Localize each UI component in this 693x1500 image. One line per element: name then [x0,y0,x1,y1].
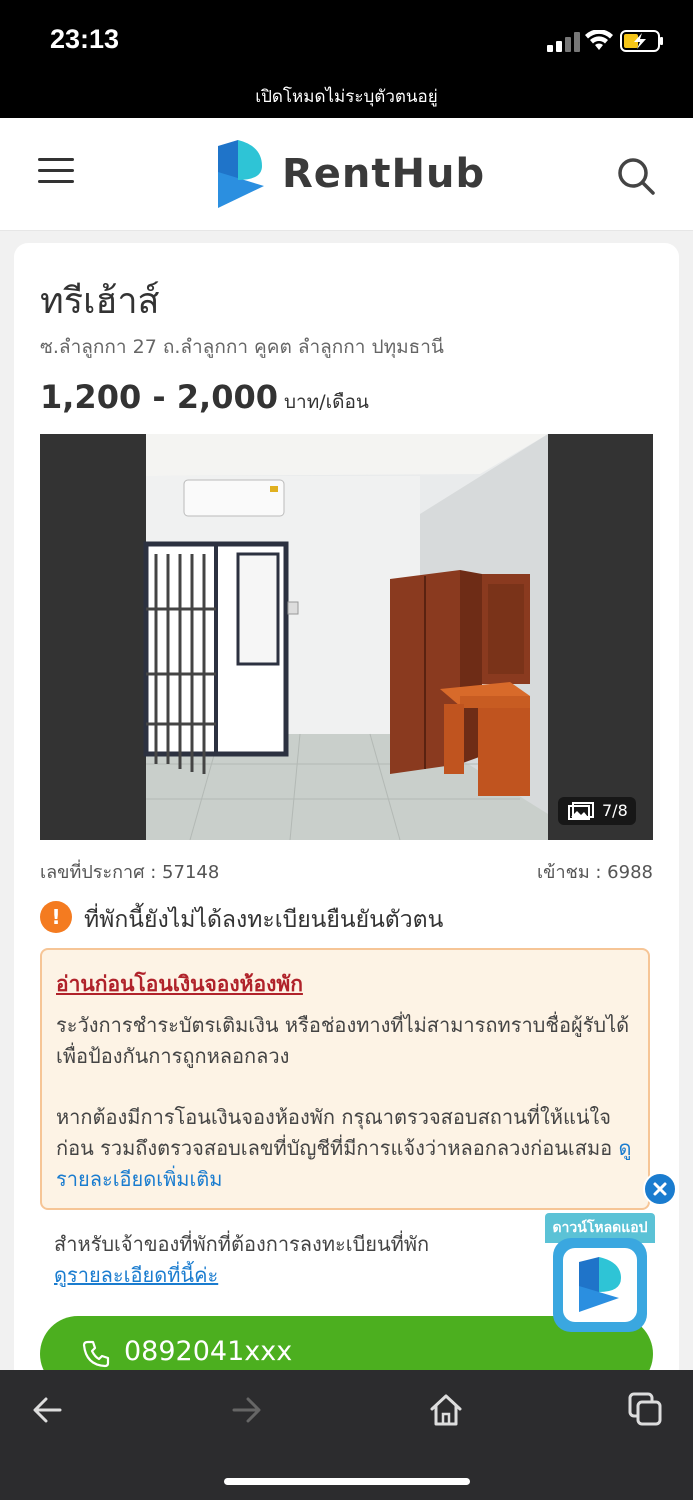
logo-text: RentHub [282,151,486,197]
room-photo-image [40,434,653,840]
site-header: RentHub [0,118,693,231]
listing-title: ทรีเฮ้าส์ [40,281,160,322]
renthub-app-icon [579,1257,621,1312]
price-range: 1,200 - 2,000 [40,378,278,416]
renthub-logo[interactable]: RentHub [216,140,485,208]
notice-paragraph-2-text: หากต้องมีการโอนเงินจองห้องพัก กรุณาตรวจส… [56,1105,613,1160]
home-icon[interactable] [426,1390,466,1430]
search-icon[interactable] [616,156,656,196]
announcement-number: เลขที่ประกาศ : 57148 [40,862,220,883]
photo-counter-text: 7/8 [602,801,628,820]
renthub-logo-mark-icon [218,140,264,208]
owner-details-link[interactable]: ดูรายละเอียดที่นี้ค่ะ [54,1259,218,1291]
private-mode-banner: เปิดโหมดไม่ระบุตัวตนอยู่ [0,80,693,118]
price-unit: บาท/เดือน [284,391,369,413]
cellular-signal-icon [547,32,580,52]
phone-number: 0892041xxx [124,1336,293,1367]
download-app-button[interactable] [553,1238,647,1332]
notice-paragraph-2: หากต้องมีการโอนเงินจองห้องพัก กรุณาตรวจส… [56,1102,641,1195]
listing-photo[interactable]: 7/8 [40,434,653,840]
close-icon[interactable] [643,1172,677,1206]
home-indicator [224,1478,470,1485]
payment-warning-notice: อ่านก่อนโอนเงินจองห้องพัก ระวังการชำระบั… [40,948,650,1210]
back-arrow-icon[interactable] [28,1390,68,1430]
wifi-icon [585,30,613,50]
notice-title[interactable]: อ่านก่อนโอนเงินจองห้องพัก [56,968,303,1001]
listing-price: 1,200 - 2,000 บาท/เดือน [40,378,369,417]
tabs-icon[interactable] [626,1390,666,1430]
status-bar: 23:13 [0,0,693,80]
unverified-text: ที่พักนี้ยังไม่ได้ลงทะเบียนยืนยันตัวตน [84,907,444,933]
owner-register-text: สำหรับเจ้าของที่พักที่ต้องการลงทะเบียนที… [54,1232,430,1256]
status-time: 23:13 [50,24,120,54]
listing-address: ซ.ลำลูกกา 27 ถ.ลำลูกกา คูคต ลำลูกกา ปทุม… [40,336,444,358]
view-count: เข้าชม : 6988 [537,862,653,883]
notice-paragraph-1: ระวังการชำระบัตรเติมเงิน หรือช่องทางที่ไ… [56,1013,630,1068]
phone-icon [82,1340,110,1368]
forward-arrow-icon[interactable] [226,1390,266,1430]
gallery-icon [568,802,594,820]
hamburger-menu-icon[interactable] [38,158,74,188]
photo-counter[interactable]: 7/8 [558,797,636,825]
exclamation-icon: ! [40,901,72,933]
battery-charging-icon [620,30,663,52]
